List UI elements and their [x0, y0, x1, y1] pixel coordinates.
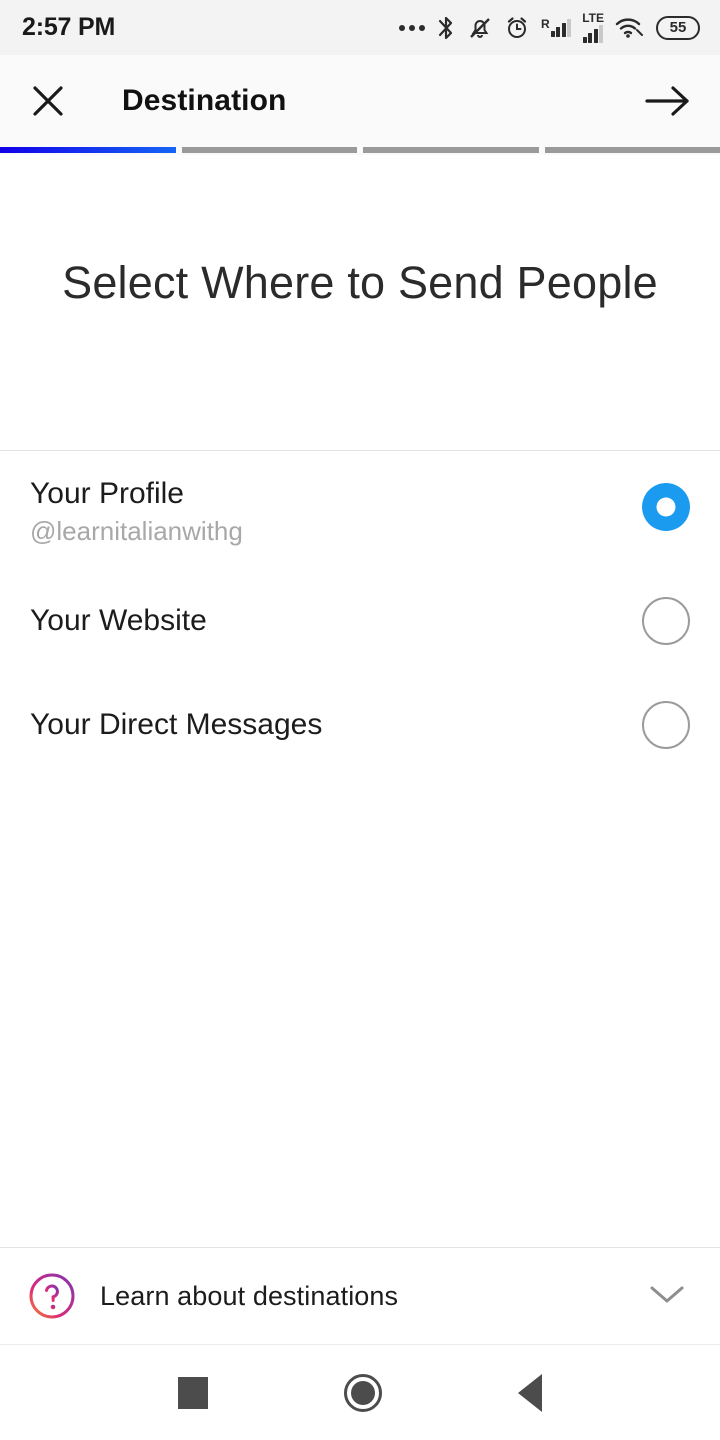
question-mark-circle-icon [26, 1270, 78, 1322]
lte-signal-bars [582, 25, 604, 43]
option-texts: Your Website [30, 602, 207, 640]
option-row-your-website[interactable]: Your Website [0, 569, 720, 673]
lte-label: LTE [582, 11, 604, 25]
circle-home-icon[interactable] [344, 1373, 382, 1412]
progress-segment-1 [0, 147, 176, 153]
radio-icon-selected [642, 483, 690, 531]
radio-icon-unselected [642, 597, 690, 645]
chevron-down-icon[interactable] [644, 1279, 690, 1314]
title-section: Select Where to Send People [0, 155, 720, 450]
signal-bars [550, 18, 572, 37]
arrow-right-icon[interactable] [642, 81, 694, 121]
radio-your-website[interactable] [642, 597, 690, 645]
alarm-icon [504, 15, 530, 41]
lte-signal-icon: LTE [582, 12, 604, 43]
option-row-your-direct-messages[interactable]: Your Direct Messages [0, 673, 720, 777]
option-texts: Your Profile @learnitalianwithg [30, 475, 243, 549]
cellular-signal-icon: R [541, 16, 572, 37]
destination-options-list: Your Profile @learnitalianwithg Your Web… [0, 451, 720, 777]
radio-icon-unselected [642, 701, 690, 749]
battery-level: 55 [669, 19, 687, 36]
option-texts: Your Direct Messages [30, 706, 322, 744]
learn-about-destinations-row[interactable]: Learn about destinations [0, 1248, 720, 1344]
option-row-your-profile[interactable]: Your Profile @learnitalianwithg [0, 451, 720, 569]
progress-segment-2 [181, 147, 357, 153]
radio-your-direct-messages[interactable] [642, 701, 690, 749]
android-navigation-bar [0, 1344, 720, 1440]
battery-icon: 55 [656, 15, 700, 40]
option-label: Your Direct Messages [30, 707, 323, 741]
progress-segment-4 [544, 147, 720, 153]
learn-label: Learn about destinations [100, 1280, 399, 1311]
radio-your-profile[interactable] [642, 483, 690, 531]
step-progress-bar [0, 147, 720, 155]
option-sublabel: @learnitalianwithg [30, 516, 243, 547]
triangle-back-icon[interactable] [518, 1373, 542, 1412]
roaming-label: R [541, 16, 550, 31]
more-dots-icon [399, 24, 426, 31]
app-header: Destination [0, 55, 720, 147]
square-recents-icon[interactable] [178, 1376, 208, 1409]
phone-screen: 2:57 PM R LTE 55 Destination Select Wher… [0, 0, 720, 1440]
close-icon[interactable] [26, 79, 70, 123]
status-icons: R LTE 55 [399, 12, 700, 43]
option-label: Your Profile [30, 477, 184, 510]
page-title-header: Destination [122, 84, 287, 117]
status-bar: 2:57 PM R LTE 55 [0, 0, 720, 55]
progress-segment-3 [363, 147, 539, 153]
option-label: Your Website [30, 603, 207, 637]
notifications-muted-icon [467, 15, 493, 41]
status-time: 2:57 PM [22, 13, 116, 41]
wifi-icon [615, 16, 645, 40]
bluetooth-icon [436, 15, 456, 41]
page-title: Select Where to Send People [62, 257, 658, 309]
